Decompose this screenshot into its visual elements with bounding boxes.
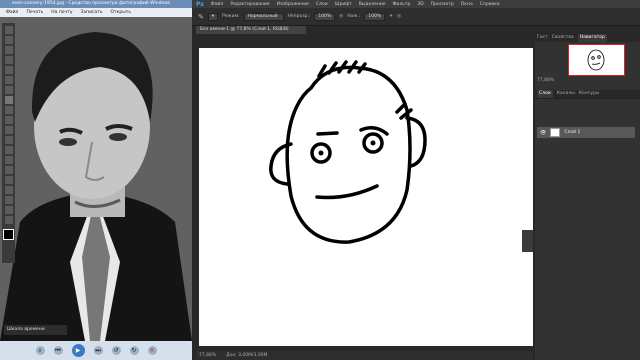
layers-options — [535, 98, 640, 125]
collapsed-panel-dock[interactable] — [522, 230, 533, 252]
menu-image[interactable]: Изображение — [277, 2, 309, 7]
navigator-tabs: Гист Свойства Навигатор — [535, 34, 640, 42]
viewer-menu-open[interactable]: Открыть — [111, 8, 132, 17]
delete-icon[interactable]: ✕ — [147, 346, 157, 355]
eraser-tool-icon[interactable] — [4, 126, 13, 134]
menu-select[interactable]: Выделение — [359, 2, 386, 7]
blur-tool-icon[interactable] — [4, 146, 13, 154]
menu-help[interactable]: Справка — [480, 2, 500, 7]
document-canvas[interactable] — [199, 48, 533, 346]
brush-tool-icon[interactable] — [4, 96, 13, 104]
layer-name[interactable]: Слой 1 — [564, 130, 580, 135]
viewer-menu-burn[interactable]: Записать — [81, 8, 103, 17]
tab-properties[interactable]: Свойства — [552, 34, 574, 42]
rotate-right-icon[interactable]: ↻ — [129, 346, 139, 355]
airbrush-icon[interactable]: ✈ — [389, 14, 393, 19]
opacity-label: Непрозр.: — [287, 14, 311, 19]
menu-view[interactable]: Просмотр — [431, 2, 454, 7]
pen-tool-icon[interactable] — [4, 166, 13, 174]
menu-type[interactable]: Шрифт — [335, 2, 352, 7]
healing-brush-tool-icon[interactable] — [4, 86, 13, 94]
status-bar: 77,88% Док: 3,00M/3,00M — [196, 351, 533, 360]
rotate-left-icon[interactable]: ↺ — [111, 346, 121, 355]
menu-window[interactable]: Окно — [461, 2, 473, 7]
viewer-menubar: Файл Печать На почту Записать Открыть — [0, 8, 192, 17]
layer-row[interactable]: 👁 Слой 1 — [537, 127, 635, 138]
viewer-menu-email[interactable]: На почту — [51, 8, 72, 17]
visibility-eye-icon[interactable]: 👁 — [540, 130, 546, 136]
layers-panel-tabs: Слои Каналы Контуры — [535, 90, 640, 125]
menu-3d[interactable]: 3D — [417, 2, 423, 7]
foreground-color-swatch[interactable] — [3, 229, 14, 240]
tab-navigator[interactable]: Навигатор — [577, 34, 607, 42]
prev-icon[interactable]: ⏮ — [53, 346, 63, 355]
options-bar: ✎ ▾ Режим: Нормальный Непрозр.: 100% ◎ Н… — [192, 8, 640, 26]
pressure-opacity-icon[interactable]: ◎ — [339, 14, 343, 19]
flow-input[interactable]: 100% — [364, 12, 386, 21]
status-zoom[interactable]: 77,88% — [199, 351, 216, 360]
photoshop-toolbar — [2, 23, 15, 263]
path-select-tool-icon[interactable] — [4, 186, 13, 194]
tab-paths[interactable]: Контуры — [579, 90, 600, 98]
lasso-tool-icon[interactable] — [4, 46, 13, 54]
eyedropper-tool-icon[interactable] — [4, 76, 13, 84]
menu-filter[interactable]: Фильтр — [393, 2, 411, 7]
viewer-controls: ⌕ ⏮ ▶ ⏭ ↺ ↻ ✕ — [0, 341, 192, 360]
clone-stamp-tool-icon[interactable] — [4, 106, 13, 114]
photo-viewer-window: sean-connery-1954.jpg - Средство просмот… — [0, 0, 192, 360]
gradient-tool-icon[interactable] — [4, 136, 13, 144]
crop-tool-icon[interactable] — [4, 66, 13, 74]
menu-edit[interactable]: Редактирование — [230, 2, 269, 7]
opacity-input[interactable]: 100% — [314, 12, 336, 21]
quick-select-tool-icon[interactable] — [4, 56, 13, 64]
play-icon[interactable]: ▶ — [71, 344, 85, 357]
timeline-label[interactable]: Шкала времени — [4, 325, 67, 335]
status-doc-size: Док: 3,00M/3,00M — [226, 353, 268, 358]
portrait-photo: Шкала времени — [0, 17, 192, 341]
hand-tool-icon[interactable] — [4, 206, 13, 214]
tab-layers[interactable]: Слои — [537, 90, 553, 98]
menu-file[interactable]: Файл — [211, 2, 223, 7]
tab-histogram[interactable]: Гист — [537, 34, 548, 42]
move-tool-icon[interactable] — [4, 26, 13, 34]
menu-layers[interactable]: Слои — [316, 2, 328, 7]
zoom-tool-icon[interactable] — [4, 216, 13, 224]
photoshop-logo: Ps — [196, 0, 204, 8]
history-brush-tool-icon[interactable] — [4, 116, 13, 124]
navigator-zoom-value[interactable]: 77,88% — [537, 78, 637, 86]
shape-tool-icon[interactable] — [4, 196, 13, 204]
type-tool-icon[interactable] — [4, 176, 13, 184]
document-tab[interactable]: Без имени-1 @ 77,8% (Слой 1, RGB/8) — [196, 26, 306, 34]
brush-preset-icon[interactable]: ✎ — [198, 13, 204, 21]
navigator-thumbnail[interactable] — [568, 44, 625, 76]
mode-label: Режим: — [222, 14, 240, 19]
face-doodle — [269, 60, 427, 244]
viewer-menu-print[interactable]: Печать — [26, 8, 43, 17]
pressure-size-icon[interactable]: ◎ — [397, 14, 401, 19]
mode-select[interactable]: Нормальный — [243, 12, 284, 21]
marquee-tool-icon[interactable] — [4, 36, 13, 44]
brush-size-picker[interactable]: ▾ — [207, 12, 219, 21]
viewer-title-bar: sean-connery-1954.jpg - Средство просмот… — [0, 0, 192, 8]
next-icon[interactable]: ⏭ — [93, 346, 103, 355]
flow-label: Наж.: — [347, 14, 361, 19]
tab-channels[interactable]: Каналы — [557, 90, 575, 98]
layer-thumbnail — [550, 128, 561, 137]
viewer-menu-file[interactable]: Файл — [6, 8, 18, 17]
dodge-tool-icon[interactable] — [4, 156, 13, 164]
zoom-icon[interactable]: ⌕ — [35, 346, 45, 355]
photoshop-menubar: Ps Файл Редактирование Изображение Слои … — [192, 0, 640, 8]
